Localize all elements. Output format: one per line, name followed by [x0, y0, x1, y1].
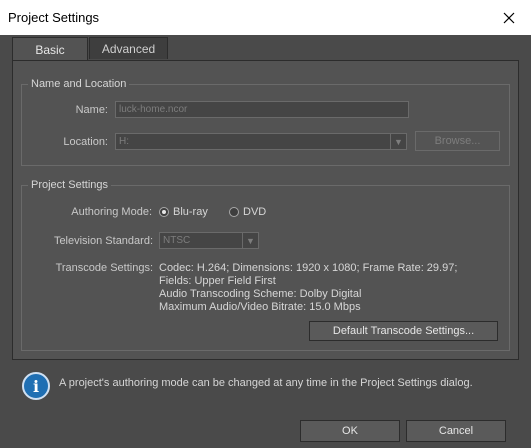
radio-selected-dot: [162, 210, 166, 214]
name-location-group: Name and Location Name: luck-home.ncor L…: [21, 78, 510, 166]
info-message: A project's authoring mode can be change…: [59, 377, 473, 389]
project-settings-title: Project Settings: [28, 179, 112, 192]
browse-label: Browse...: [434, 135, 481, 147]
title-bar: Project Settings: [0, 0, 531, 35]
default-transcode-settings-label: Default Transcode Settings...: [332, 325, 475, 337]
browse-button[interactable]: Browse...: [415, 131, 500, 151]
name-field[interactable]: luck-home.ncor: [115, 101, 409, 118]
cancel-button[interactable]: Cancel: [406, 420, 506, 442]
transcode-line: Audio Transcoding Scheme: Dolby Digital: [159, 288, 362, 300]
transcode-line: Fields: Upper Field First: [159, 275, 276, 287]
name-label: Name:: [75, 104, 108, 116]
location-label: Location:: [63, 136, 108, 148]
info-icon: i: [22, 372, 50, 400]
dialog-body: Basic Advanced Name and Location Name: l…: [0, 35, 531, 448]
tv-standard-value: NTSC: [163, 235, 191, 246]
ok-label: OK: [342, 425, 358, 437]
window-title: Project Settings: [8, 10, 100, 25]
location-value: H:: [119, 136, 129, 147]
location-dropdown[interactable]: H:: [115, 133, 391, 150]
cancel-label: Cancel: [438, 425, 474, 437]
name-value: luck-home.ncor: [119, 104, 188, 115]
tab-basic-label: Basic: [35, 42, 65, 57]
ok-button[interactable]: OK: [300, 420, 400, 442]
name-location-title: Name and Location: [28, 78, 130, 91]
tab-panel-basic: Name and Location Name: luck-home.ncor L…: [12, 60, 519, 360]
authoring-mode-label: Authoring Mode:: [71, 206, 152, 218]
project-settings-group: Project Settings Authoring Mode: Blu-ray…: [21, 179, 510, 351]
blu-ray-radio[interactable]: [159, 207, 169, 217]
default-transcode-settings-button[interactable]: Default Transcode Settings...: [309, 321, 498, 341]
transcode-label: Transcode Settings:: [55, 262, 153, 274]
tv-standard-dropdown[interactable]: NTSC: [159, 232, 243, 249]
tv-standard-label: Television Standard:: [53, 235, 153, 247]
tab-advanced[interactable]: Advanced: [89, 37, 168, 59]
close-icon[interactable]: [487, 0, 531, 35]
tab-basic[interactable]: Basic: [12, 37, 88, 61]
dvd-radio[interactable]: [229, 207, 239, 217]
transcode-line: Maximum Audio/Video Bitrate: 15.0 Mbps: [159, 301, 361, 313]
transcode-line: Codec: H.264; Dimensions: 1920 x 1080; F…: [159, 262, 458, 274]
tab-advanced-label: Advanced: [101, 41, 156, 56]
blu-ray-label[interactable]: Blu-ray: [173, 206, 208, 218]
dvd-label[interactable]: DVD: [243, 206, 266, 218]
chevron-down-icon[interactable]: ▼: [390, 133, 407, 150]
chevron-down-icon[interactable]: ▼: [242, 232, 259, 249]
